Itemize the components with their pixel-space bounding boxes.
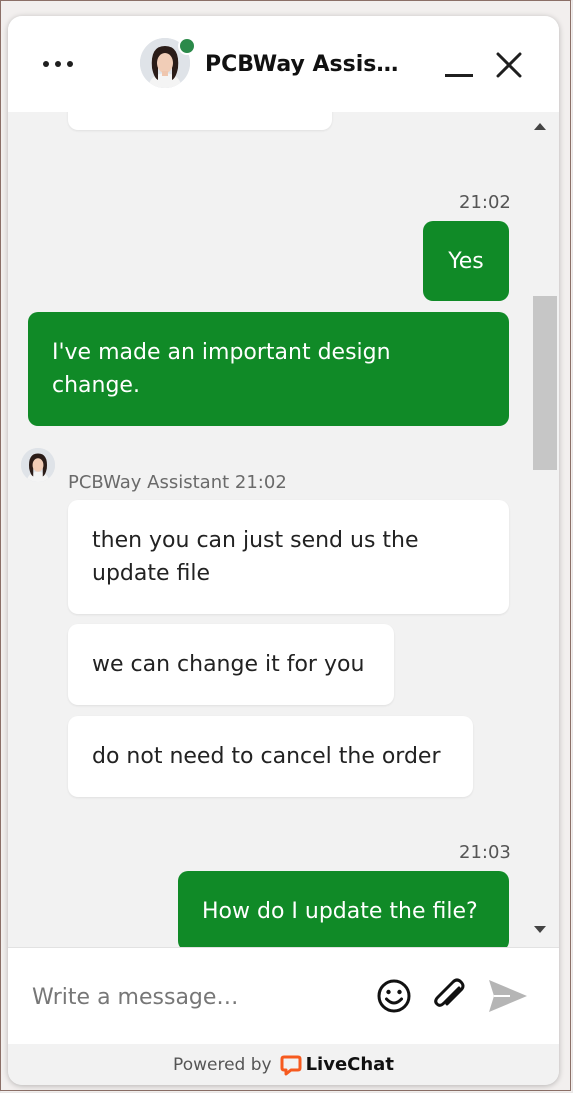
more-horizontal-icon xyxy=(43,61,49,67)
close-button[interactable] xyxy=(492,48,526,82)
message-scrollbar[interactable] xyxy=(531,112,559,947)
minimize-button[interactable] xyxy=(442,52,476,80)
more-horizontal-icon-dot xyxy=(67,61,73,67)
emoji-button[interactable] xyxy=(374,976,414,1016)
previous-agent-message xyxy=(68,112,332,130)
agent-portrait-icon xyxy=(21,448,55,482)
agent-message: we can change it for you xyxy=(68,624,394,705)
attach-file-button[interactable] xyxy=(429,976,469,1016)
paperclip-icon xyxy=(434,978,465,1007)
send-button[interactable] xyxy=(486,976,530,1016)
agent-message: then you can just send us the update fil… xyxy=(68,500,509,614)
agent-message-avatar xyxy=(21,448,55,482)
emoji-icon xyxy=(377,979,411,1013)
powered-by-label: Powered by xyxy=(173,1054,272,1075)
chat-header: PCBWay Assistant xyxy=(8,16,559,112)
livechat-brand-name: LiveChat xyxy=(305,1054,394,1075)
message-input[interactable] xyxy=(30,976,364,1018)
close-icon xyxy=(496,52,522,78)
scroll-up-arrow-icon[interactable] xyxy=(534,123,546,130)
more-horizontal-icon-dot xyxy=(55,61,61,67)
message-timestamp: 21:03 xyxy=(459,842,511,863)
chat-widget: PCBWay Assistant 21:02 Yes I've made an … xyxy=(8,16,559,1085)
scrollbar-thumb[interactable] xyxy=(533,296,557,470)
widget-footer: Powered by LiveChat xyxy=(8,1044,559,1085)
livechat-brand[interactable]: LiveChat xyxy=(280,1054,394,1076)
more-options-button[interactable] xyxy=(36,50,80,78)
agent-sender-label: PCBWay Assistant 21:02 xyxy=(68,472,287,493)
send-icon xyxy=(489,980,527,1012)
livechat-logo-icon xyxy=(280,1055,302,1075)
outgoing-message: How do I update the file? xyxy=(178,871,509,947)
outgoing-message: I've made an important design change. xyxy=(28,312,509,426)
online-status-indicator xyxy=(178,37,196,55)
message-list: 21:02 Yes I've made an important design … xyxy=(8,112,529,947)
message-timestamp: 21:02 xyxy=(459,192,511,213)
agent-message: do not need to cancel the order xyxy=(68,716,473,797)
chat-title: PCBWay Assistant xyxy=(205,52,405,77)
scroll-down-arrow-icon[interactable] xyxy=(534,926,546,933)
outgoing-message: Yes xyxy=(423,221,509,301)
message-composer xyxy=(8,947,559,1045)
